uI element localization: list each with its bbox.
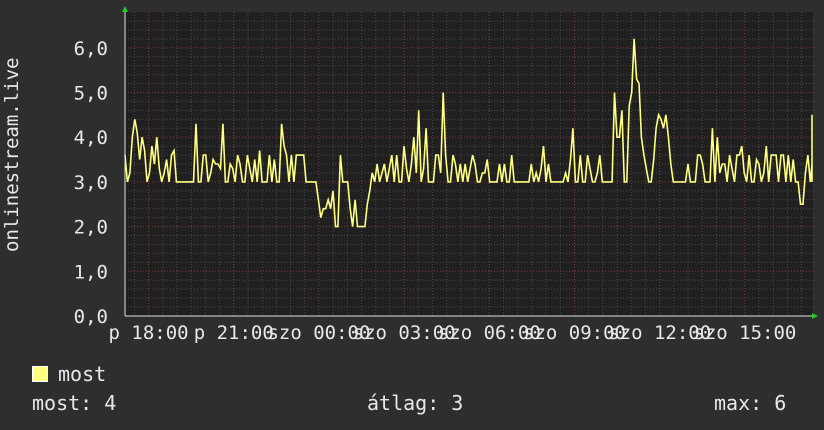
x-axis-arrow bbox=[812, 313, 818, 319]
y-tick-label: 1,0 bbox=[74, 261, 108, 283]
x-tick-label: p 21:00 bbox=[194, 322, 274, 344]
y-tick-label: 5,0 bbox=[74, 82, 108, 104]
legend-swatch bbox=[32, 366, 48, 382]
y-axis-title: onlinestream.live bbox=[1, 57, 23, 252]
legend: most bbox=[32, 362, 106, 386]
y-tick-label: 3,0 bbox=[74, 172, 108, 194]
legend-label: most bbox=[58, 362, 107, 386]
chart-panel: 0,0 1,0 2,0 3,0 4,0 5,0 6,0 p 18:00 p 21:00 szo … bbox=[0, 0, 824, 430]
chart: 0,01,02,03,04,05,06,0 p 18:00 p 21:00szo … bbox=[74, 6, 818, 344]
stat-average: átlag: 3 bbox=[367, 391, 464, 415]
y-tick-label: 6,0 bbox=[74, 38, 108, 60]
plot-area bbox=[125, 12, 813, 316]
y-tick-label: 4,0 bbox=[74, 127, 108, 149]
x-tick-label: szo 15:00 bbox=[693, 322, 796, 344]
x-tick-label: p 18:00 bbox=[109, 322, 189, 344]
y-tick-labels: 0,0 1,0 2,0 3,0 4,0 5,0 6,0 bbox=[74, 38, 108, 328]
stat-current: most: 4 bbox=[32, 391, 117, 415]
y-tick-label: 0,0 bbox=[74, 306, 108, 328]
stat-maximum: max: 6 bbox=[714, 391, 787, 415]
y-axis-arrow bbox=[122, 6, 128, 12]
x-tick-labels: p 18:00 p 21:00szo 00:00szo 03:00szo 06:0… bbox=[109, 322, 797, 344]
y-tick-label: 2,0 bbox=[74, 217, 108, 239]
